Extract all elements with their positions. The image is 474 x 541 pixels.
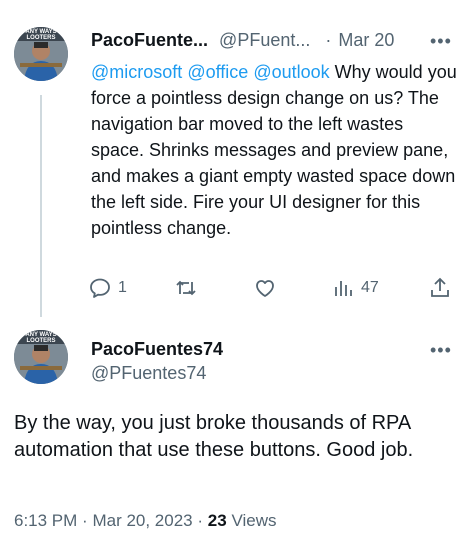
like-button[interactable]: [253, 276, 277, 300]
views-count: 47: [361, 279, 379, 296]
handle[interactable]: @PFuent...: [219, 30, 310, 50]
like-icon: [256, 280, 274, 297]
tweet-meta: 6:13 PM · Mar 20, 2023 · 23 Views: [14, 511, 276, 531]
tweet-actions: 1 47: [88, 276, 463, 302]
tweet-time[interactable]: 6:13 PM: [14, 511, 77, 530]
views-icon: [335, 281, 352, 296]
retweet-button[interactable]: [174, 276, 198, 300]
avatar-caption: ANY WAYS LOOTERS: [25, 332, 57, 344]
reply-count: 1: [118, 279, 127, 296]
share-button[interactable]: [428, 276, 452, 300]
views-button[interactable]: 47: [331, 276, 379, 300]
avatar-caption: ANY WAYS LOOTERS: [25, 29, 57, 41]
views-label: Views: [231, 511, 277, 530]
handle[interactable]: @PFuentes74: [91, 363, 206, 384]
tweet-text: By the way, you just broke thousands of …: [14, 412, 414, 461]
tweet-text: @microsoft @office @outlook Why would yo…: [91, 59, 461, 241]
avatar[interactable]: ANY WAYS LOOTERS: [14, 330, 68, 384]
display-name[interactable]: PacoFuente...: [91, 30, 208, 50]
retweet-icon: [176, 280, 196, 296]
more-options-button[interactable]: •••: [430, 31, 452, 52]
share-icon: [431, 277, 449, 297]
reply-button[interactable]: 1: [88, 276, 127, 300]
more-options-button[interactable]: •••: [430, 340, 452, 361]
tweet-date[interactable]: Mar 20: [338, 30, 394, 50]
tweet-body: Why would you force a pointless design c…: [91, 62, 457, 238]
separator-dot: ·: [82, 511, 88, 530]
reply-icon: [90, 278, 110, 298]
views-count: 23: [207, 511, 227, 530]
mention-link[interactable]: @outlook: [253, 62, 329, 82]
avatar[interactable]: ANY WAYS LOOTERS: [14, 27, 68, 81]
separator-dot: ·: [325, 30, 332, 50]
mention-link[interactable]: @office: [187, 62, 248, 82]
mention-link[interactable]: @microsoft: [91, 62, 182, 82]
display-name[interactable]: PacoFuentes74: [91, 339, 223, 360]
separator-dot: ·: [197, 511, 204, 530]
reply-tweet-header: PacoFuente... @PFuent... · Mar 20: [91, 30, 394, 51]
thread-line: [40, 95, 42, 317]
tweet-date[interactable]: Mar 20, 2023: [92, 511, 192, 530]
